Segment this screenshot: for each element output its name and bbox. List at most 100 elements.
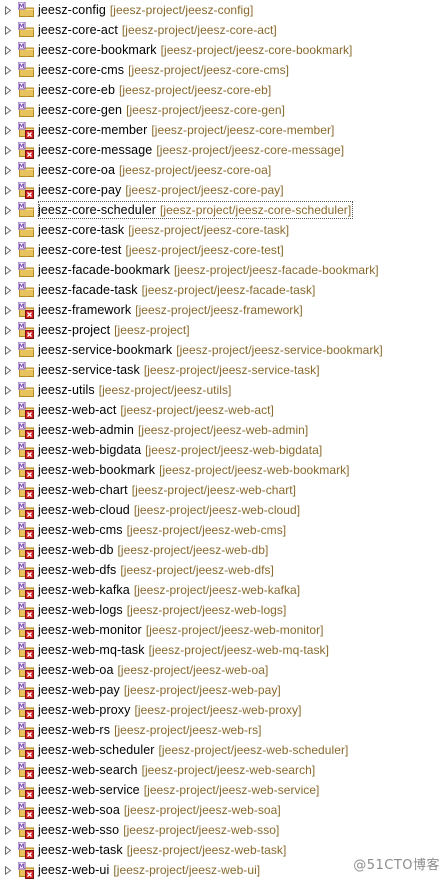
chevron-right-icon[interactable]	[0, 260, 16, 280]
tree-item[interactable]: Mjeesz-core-task [jeesz-project/jeesz-cor…	[0, 220, 446, 240]
tree-item[interactable]: Mjeesz-facade-task [jeesz-project/jeesz-f…	[0, 280, 446, 300]
tree-item[interactable]: Mjeesz-web-pay [jeesz-project/jeesz-web-p…	[0, 680, 446, 700]
tree-item[interactable]: Mjeesz-web-cms [jeesz-project/jeesz-web-c…	[0, 520, 446, 540]
chevron-right-icon[interactable]	[0, 200, 16, 220]
chevron-right-icon[interactable]	[0, 760, 16, 780]
tree-item[interactable]: Mjeesz-service-bookmark [jeesz-project/je…	[0, 340, 446, 360]
chevron-right-icon[interactable]	[0, 560, 16, 580]
chevron-right-icon[interactable]	[0, 400, 16, 420]
chevron-right-icon[interactable]	[0, 640, 16, 660]
chevron-right-icon[interactable]	[0, 600, 16, 620]
tree-item[interactable]: Mjeesz-web-logs [jeesz-project/jeesz-web-…	[0, 600, 446, 620]
tree-item[interactable]: Mjeesz-project [jeesz-project]	[0, 320, 446, 340]
project-name: jeesz-web-monitor	[38, 623, 142, 637]
tree-item[interactable]: Mjeesz-core-act [jeesz-project/jeesz-core…	[0, 20, 446, 40]
project-path: [jeesz-project/jeesz-web-monitor]	[145, 623, 324, 637]
chevron-right-icon[interactable]	[0, 480, 16, 500]
error-overlay-icon	[25, 770, 34, 779]
chevron-right-icon[interactable]	[0, 60, 16, 80]
chevron-right-icon[interactable]	[0, 20, 16, 40]
chevron-right-icon[interactable]	[0, 660, 16, 680]
tree-item[interactable]: Mjeesz-web-admin [jeesz-project/jeesz-web…	[0, 420, 446, 440]
project-explorer-tree: Mjeesz-config [jeesz-project/jeesz-config…	[0, 0, 446, 880]
chevron-right-icon[interactable]	[0, 140, 16, 160]
tree-item[interactable]: Mjeesz-web-sso [jeesz-project/jeesz-web-s…	[0, 820, 446, 840]
tree-item[interactable]: Mjeesz-core-bookmark [jeesz-project/jeesz…	[0, 40, 446, 60]
chevron-right-icon[interactable]	[0, 500, 16, 520]
tree-item-label: jeesz-facade-bookmark [jeesz-project/jees…	[38, 261, 381, 279]
chevron-right-icon[interactable]	[0, 280, 16, 300]
chevron-right-icon[interactable]	[0, 800, 16, 820]
tree-item[interactable]: Mjeesz-core-cms [jeesz-project/jeesz-core…	[0, 60, 446, 80]
maven-project-folder-icon: M	[18, 642, 34, 659]
chevron-right-icon[interactable]	[0, 180, 16, 200]
chevron-right-icon[interactable]	[0, 420, 16, 440]
chevron-right-icon[interactable]	[0, 680, 16, 700]
chevron-right-icon[interactable]	[0, 80, 16, 100]
tree-item[interactable]: Mjeesz-web-db [jeesz-project/jeesz-web-db…	[0, 540, 446, 560]
project-path: [jeesz-project/jeesz-web-search]	[141, 763, 316, 777]
chevron-right-icon[interactable]	[0, 300, 16, 320]
tree-item[interactable]: Mjeesz-web-cloud [jeesz-project/jeesz-web…	[0, 500, 446, 520]
tree-item[interactable]: Mjeesz-core-gen [jeesz-project/jeesz-core…	[0, 100, 446, 120]
chevron-right-icon[interactable]	[0, 160, 16, 180]
tree-item[interactable]: Mjeesz-web-proxy [jeesz-project/jeesz-web…	[0, 700, 446, 720]
chevron-right-icon[interactable]	[0, 360, 16, 380]
chevron-right-icon[interactable]	[0, 780, 16, 800]
chevron-right-icon[interactable]	[0, 120, 16, 140]
svg-text:M: M	[19, 643, 25, 650]
tree-item[interactable]: Mjeesz-web-bookmark [jeesz-project/jeesz-…	[0, 460, 446, 480]
project-name: jeesz-web-db	[38, 543, 114, 557]
chevron-right-icon[interactable]	[0, 320, 16, 340]
chevron-right-icon[interactable]	[0, 460, 16, 480]
tree-item[interactable]: Mjeesz-web-mq-task [jeesz-project/jeesz-w…	[0, 640, 446, 660]
tree-item[interactable]: Mjeesz-web-soa [jeesz-project/jeesz-web-s…	[0, 800, 446, 820]
tree-item[interactable]: Mjeesz-framework [jeesz-project/jeesz-fra…	[0, 300, 446, 320]
tree-item[interactable]: Mjeesz-core-scheduler [jeesz-project/jees…	[0, 200, 446, 220]
chevron-right-icon[interactable]	[0, 340, 16, 360]
chevron-right-icon[interactable]	[0, 40, 16, 60]
chevron-right-icon[interactable]	[0, 840, 16, 860]
chevron-right-icon[interactable]	[0, 700, 16, 720]
tree-item[interactable]: Mjeesz-core-test [jeesz-project/jeesz-cor…	[0, 240, 446, 260]
tree-item[interactable]: Mjeesz-core-member [jeesz-project/jeesz-c…	[0, 120, 446, 140]
tree-item-label: jeesz-web-act [jeesz-project/jeesz-web-ac…	[38, 401, 276, 419]
chevron-right-icon[interactable]	[0, 860, 16, 880]
tree-item[interactable]: Mjeesz-web-chart [jeesz-project/jeesz-web…	[0, 480, 446, 500]
chevron-right-icon[interactable]	[0, 100, 16, 120]
tree-item[interactable]: Mjeesz-web-act [jeesz-project/jeesz-web-a…	[0, 400, 446, 420]
chevron-right-icon[interactable]	[0, 0, 16, 20]
tree-item-label: jeesz-core-eb [jeesz-project/jeesz-core-e…	[38, 81, 273, 99]
tree-item[interactable]: Mjeesz-web-search [jeesz-project/jeesz-we…	[0, 760, 446, 780]
tree-item[interactable]: Mjeesz-web-rs [jeesz-project/jeesz-web-rs…	[0, 720, 446, 740]
chevron-right-icon[interactable]	[0, 820, 16, 840]
tree-item[interactable]: Mjeesz-core-oa [jeesz-project/jeesz-core-…	[0, 160, 446, 180]
tree-item[interactable]: Mjeesz-web-monitor [jeesz-project/jeesz-w…	[0, 620, 446, 640]
tree-item[interactable]: Mjeesz-facade-bookmark [jeesz-project/jee…	[0, 260, 446, 280]
tree-item[interactable]: Mjeesz-web-dfs [jeesz-project/jeesz-web-d…	[0, 560, 446, 580]
chevron-right-icon[interactable]	[0, 620, 16, 640]
tree-item-label: jeesz-web-proxy [jeesz-project/jeesz-web-…	[38, 701, 303, 719]
chevron-right-icon[interactable]	[0, 220, 16, 240]
error-overlay-icon	[25, 150, 34, 159]
chevron-right-icon[interactable]	[0, 580, 16, 600]
chevron-right-icon[interactable]	[0, 540, 16, 560]
tree-item[interactable]: Mjeesz-web-scheduler [jeesz-project/jeesz…	[0, 740, 446, 760]
tree-item[interactable]: Mjeesz-web-bigdata [jeesz-project/jeesz-w…	[0, 440, 446, 460]
chevron-right-icon[interactable]	[0, 380, 16, 400]
tree-item[interactable]: Mjeesz-web-service [jeesz-project/jeesz-w…	[0, 780, 446, 800]
tree-item[interactable]: Mjeesz-web-oa [jeesz-project/jeesz-web-oa…	[0, 660, 446, 680]
chevron-right-icon[interactable]	[0, 240, 16, 260]
chevron-right-icon[interactable]	[0, 740, 16, 760]
chevron-right-icon[interactable]	[0, 520, 16, 540]
tree-item[interactable]: Mjeesz-core-eb [jeesz-project/jeesz-core-…	[0, 80, 446, 100]
tree-item[interactable]: Mjeesz-utils [jeesz-project/jeesz-utils]	[0, 380, 446, 400]
tree-item[interactable]: Mjeesz-core-message [jeesz-project/jeesz-…	[0, 140, 446, 160]
tree-item[interactable]: Mjeesz-service-task [jeesz-project/jeesz-…	[0, 360, 446, 380]
maven-project-folder-icon: M	[18, 442, 34, 459]
chevron-right-icon[interactable]	[0, 440, 16, 460]
chevron-right-icon[interactable]	[0, 720, 16, 740]
tree-item[interactable]: Mjeesz-config [jeesz-project/jeesz-config…	[0, 0, 446, 20]
tree-item[interactable]: Mjeesz-core-pay [jeesz-project/jeesz-core…	[0, 180, 446, 200]
tree-item[interactable]: Mjeesz-web-kafka [jeesz-project/jeesz-web…	[0, 580, 446, 600]
